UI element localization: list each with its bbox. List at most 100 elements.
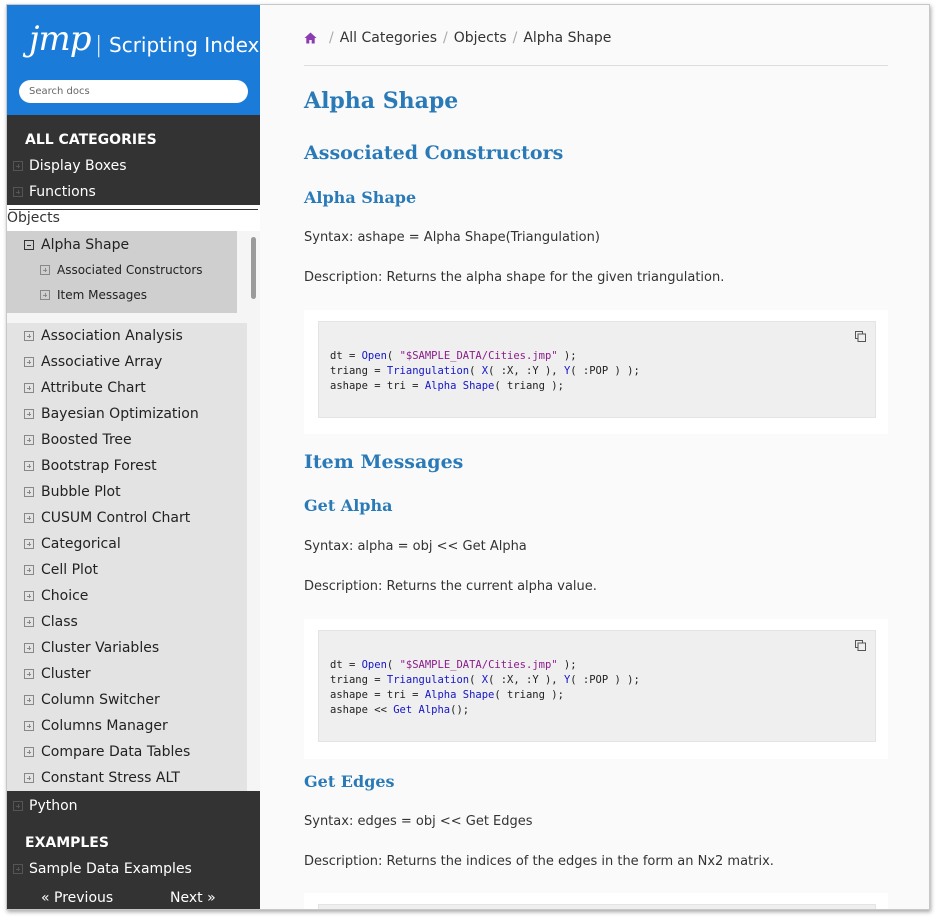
breadcrumb-objects[interactable]: Objects [454,30,507,46]
objects-subtree: Alpha Shape Associated Constructors Item… [7,231,260,791]
constructor-name-heading: Alpha Shape [304,188,417,207]
sidebar-item-associated-constructors[interactable]: Associated Constructors [40,257,203,283]
sidebar-item-bubble-plot[interactable]: Bubble Plot [7,479,247,505]
breadcrumb-separator: / [512,30,518,46]
sidebar-item-label: Item Messages [57,288,147,302]
app-title[interactable]: Scripting Index [109,33,259,57]
sidebar-item-label: Choice [41,588,89,604]
next-button[interactable]: Next » [170,890,216,906]
expand-icon [24,617,34,627]
sidebar-item-label: Boosted Tree [41,432,132,448]
sidebar-item-cusum-control-chart[interactable]: CUSUM Control Chart [7,505,247,531]
breadcrumb: / All Categories / Objects / Alpha Shape [304,30,611,46]
sidebar-scrollbar-track[interactable] [249,233,257,789]
associated-constructors-heading: Associated Constructors [304,142,564,164]
expand-icon [24,357,34,367]
sidebar-item-alpha-shape[interactable]: Alpha Shape [24,232,129,258]
expand-icon [13,187,23,197]
code-block[interactable]: dt = Open( "$SAMPLE_DATA/Cities.jmp" ); … [318,630,876,742]
page-title: Alpha Shape [304,88,459,114]
expand-icon [24,383,34,393]
expand-icon [24,773,34,783]
sidebar: jmp | Scripting Index ALL CATEGORIES Dis… [7,5,260,909]
copy-icon[interactable] [855,640,866,651]
expand-icon [24,591,34,601]
sidebar-item-label: Cluster Variables [41,640,160,656]
sidebar-item-association-analysis[interactable]: Association Analysis [7,323,247,349]
sidebar-item-label: Objects [7,210,60,226]
item-messages-heading: Item Messages [304,451,464,473]
sidebar-item-column-switcher[interactable]: Column Switcher [7,687,247,713]
sidebar-item-boosted-tree[interactable]: Boosted Tree [7,427,247,453]
sidebar-item-compare-data-tables[interactable]: Compare Data Tables [7,739,247,765]
sidebar-item-attribute-chart[interactable]: Attribute Chart [7,375,247,401]
code-block[interactable]: dt = Open( "$SAMPLE_DATA/Cities.jmp" ); … [318,321,876,418]
search-input[interactable] [19,80,248,103]
sidebar-item-constant-stress-alt[interactable]: Constant Stress ALT [7,765,247,791]
sidebar-item-label: Attribute Chart [41,380,146,396]
expand-icon [13,864,23,874]
examples-header: EXAMPLES [25,835,109,851]
sidebar-item-associative-array[interactable]: Associative Array [7,349,247,375]
expand-icon [24,487,34,497]
expand-icon [13,161,23,171]
sidebar-item-functions[interactable]: Functions [7,179,260,205]
get-alpha-heading: Get Alpha [304,496,393,515]
sidebar-item-item-messages[interactable]: Item Messages [40,282,147,308]
sidebar-item-label: Bootstrap Forest [41,458,157,474]
constructor-description: Description: Returns the alpha shape for… [304,270,725,285]
code-text: dt = Open( "$SAMPLE_DATA/Cities.jmp" ); … [330,659,640,716]
expand-icon [40,290,50,300]
previous-button[interactable]: « Previous [41,890,113,906]
sidebar-item-label: Functions [29,184,96,200]
sidebar-item-bayesian-optimization[interactable]: Bayesian Optimization [7,401,247,427]
copy-icon[interactable] [855,331,866,342]
brand-separator: | [95,33,103,58]
sidebar-item-sample-data-examples[interactable]: Sample Data Examples [7,856,260,882]
sidebar-item-label: Associated Constructors [57,263,203,277]
expand-icon [24,435,34,445]
sidebar-item-choice[interactable]: Choice [7,583,247,609]
sidebar-item-label: Python [29,798,78,814]
get-alpha-syntax: Syntax: alpha = obj << Get Alpha [304,539,527,554]
sidebar-item-display-boxes[interactable]: Display Boxes [7,153,260,179]
expand-icon [24,461,34,471]
get-edges-description: Description: Returns the indices of the … [304,854,774,869]
sidebar-item-categorical[interactable]: Categorical [7,531,247,557]
expand-icon [24,409,34,419]
expand-icon [24,513,34,523]
expand-icon [40,265,50,275]
pager: « Previous Next » [7,885,260,909]
expand-icon [24,643,34,653]
sidebar-item-label: Compare Data Tables [41,744,191,760]
sidebar-item-bootstrap-forest[interactable]: Bootstrap Forest [7,453,247,479]
main-content: / All Categories / Objects / Alpha Shape… [260,5,929,909]
sidebar-item-columns-manager[interactable]: Columns Manager [7,713,247,739]
sidebar-item-cluster[interactable]: Cluster [7,661,247,687]
get-alpha-description: Description: Returns the current alpha v… [304,579,597,594]
breadcrumb-separator: / [329,30,334,46]
code-block[interactable] [318,904,876,909]
app-window: jmp | Scripting Index ALL CATEGORIES Dis… [6,4,930,910]
expand-icon [24,669,34,679]
breadcrumb-all-categories[interactable]: All Categories [340,30,437,46]
expand-icon [24,565,34,575]
constructor-code-panel: dt = Open( "$SAMPLE_DATA/Cities.jmp" ); … [304,310,888,434]
home-icon[interactable] [304,32,317,44]
sidebar-item-cell-plot[interactable]: Cell Plot [7,557,247,583]
sidebar-item-label: CUSUM Control Chart [41,510,191,526]
sidebar-item-label: Cell Plot [41,562,99,578]
sidebar-item-cluster-variables[interactable]: Cluster Variables [7,635,247,661]
expand-icon [24,747,34,757]
sidebar-item-label: Display Boxes [29,158,127,174]
sidebar-item-python[interactable]: Python [7,793,260,819]
expand-icon [13,801,23,811]
sidebar-scrollbar-thumb[interactable] [251,237,256,299]
sidebar-item-class[interactable]: Class [7,609,247,635]
get-alpha-code-panel: dt = Open( "$SAMPLE_DATA/Cities.jmp" ); … [304,619,888,759]
sidebar-item-label: Column Switcher [41,692,160,708]
jmp-logo[interactable]: jmp [29,19,92,59]
expand-icon [24,331,34,341]
constructor-syntax: Syntax: ashape = Alpha Shape(Triangulati… [304,230,600,245]
sidebar-item-objects[interactable]: Objects [7,205,260,231]
